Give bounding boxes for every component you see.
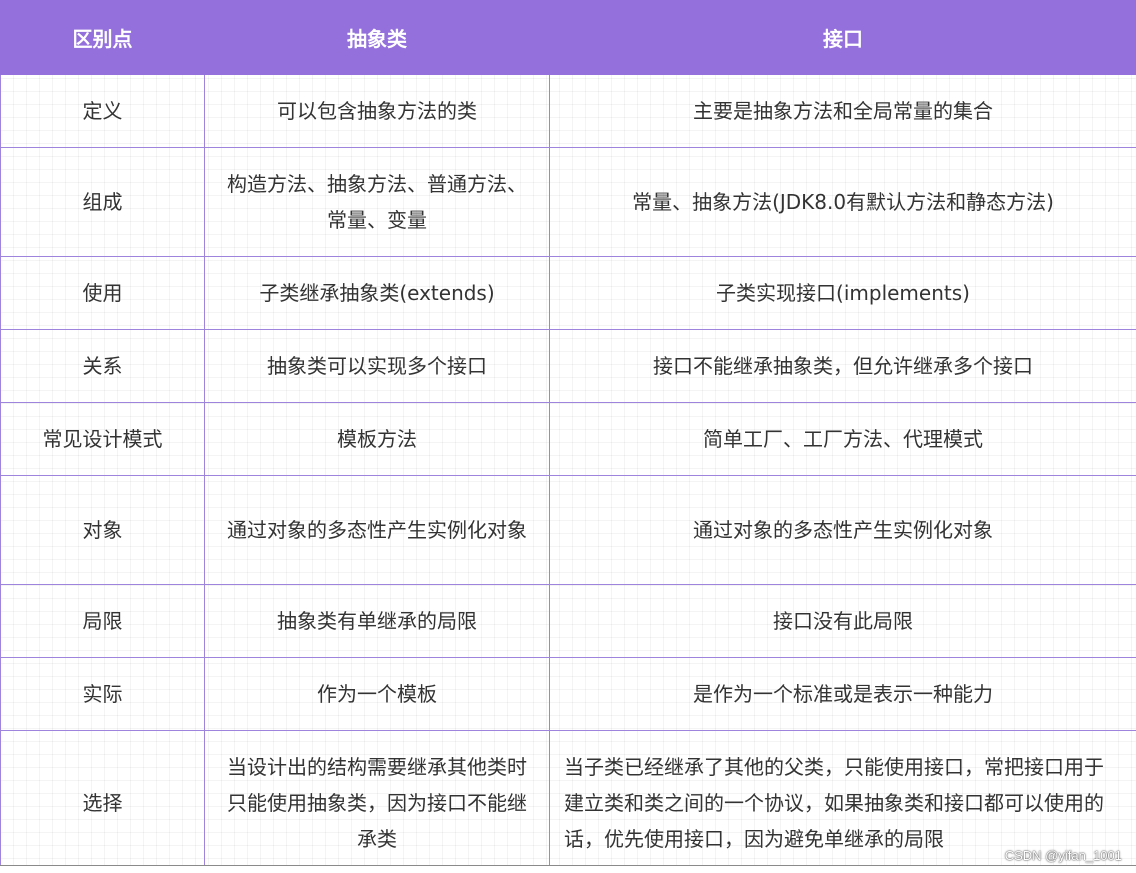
row-label: 组成 [0, 147, 205, 257]
row-label: 选择 [0, 730, 205, 873]
table-row: 定义 可以包含抽象方法的类 主要是抽象方法和全局常量的集合 [0, 74, 1136, 148]
table-row: 对象 通过对象的多态性产生实例化对象 通过对象的多态性产生实例化对象 [0, 475, 1136, 585]
interface-cell: 是作为一个标准或是表示一种能力 [549, 657, 1136, 731]
abstract-class-cell: 构造方法、抽象方法、普通方法、常量、变量 [204, 147, 550, 257]
row-label: 使用 [0, 256, 205, 330]
interface-cell: 主要是抽象方法和全局常量的集合 [549, 74, 1136, 148]
comparison-table: 区别点 抽象类 接口 定义 可以包含抽象方法的类 主要是抽象方法和全局常量的集合… [0, 0, 1136, 873]
table-row: 实际 作为一个模板 是作为一个标准或是表示一种能力 [0, 657, 1136, 731]
table-row: 选择 当设计出的结构需要继承其他类时只能使用抽象类，因为接口不能继承类 当子类已… [0, 730, 1136, 873]
abstract-class-cell: 模板方法 [204, 402, 550, 476]
table-row: 局限 抽象类有单继承的局限 接口没有此局限 [0, 584, 1136, 658]
csdn-watermark: CSDN @yifan_1001 [1004, 848, 1122, 863]
interface-cell: 接口不能继承抽象类，但允许继承多个接口 [549, 329, 1136, 403]
bottom-border [0, 865, 1136, 873]
interface-cell: 子类实现接口(implements) [549, 256, 1136, 330]
abstract-class-cell: 当设计出的结构需要继承其他类时只能使用抽象类，因为接口不能继承类 [204, 730, 550, 873]
abstract-class-cell: 通过对象的多态性产生实例化对象 [204, 475, 550, 585]
interface-cell: 常量、抽象方法(JDK8.0有默认方法和静态方法) [549, 147, 1136, 257]
row-label: 对象 [0, 475, 205, 585]
abstract-class-cell: 抽象类有单继承的局限 [204, 584, 550, 658]
abstract-class-cell: 可以包含抽象方法的类 [204, 74, 550, 148]
table-row: 组成 构造方法、抽象方法、普通方法、常量、变量 常量、抽象方法(JDK8.0有默… [0, 147, 1136, 257]
row-label: 定义 [0, 74, 205, 148]
row-label: 实际 [0, 657, 205, 731]
table-header-row: 区别点 抽象类 接口 [0, 0, 1136, 75]
row-label: 常见设计模式 [0, 402, 205, 476]
screenshot-frame: 区别点 抽象类 接口 定义 可以包含抽象方法的类 主要是抽象方法和全局常量的集合… [0, 0, 1136, 873]
table-row: 常见设计模式 模板方法 简单工厂、工厂方法、代理模式 [0, 402, 1136, 476]
header-cell-interface: 接口 [549, 0, 1136, 75]
table-row: 关系 抽象类可以实现多个接口 接口不能继承抽象类，但允许继承多个接口 [0, 329, 1136, 403]
interface-cell: 通过对象的多态性产生实例化对象 [549, 475, 1136, 585]
abstract-class-cell: 作为一个模板 [204, 657, 550, 731]
table-row: 使用 子类继承抽象类(extends) 子类实现接口(implements) [0, 256, 1136, 330]
abstract-class-cell: 抽象类可以实现多个接口 [204, 329, 550, 403]
header-cell-abstract-class: 抽象类 [204, 0, 550, 75]
row-label: 局限 [0, 584, 205, 658]
header-cell-difference: 区别点 [0, 0, 205, 75]
interface-cell: 简单工厂、工厂方法、代理模式 [549, 402, 1136, 476]
interface-cell: 接口没有此局限 [549, 584, 1136, 658]
row-label: 关系 [0, 329, 205, 403]
abstract-class-cell: 子类继承抽象类(extends) [204, 256, 550, 330]
